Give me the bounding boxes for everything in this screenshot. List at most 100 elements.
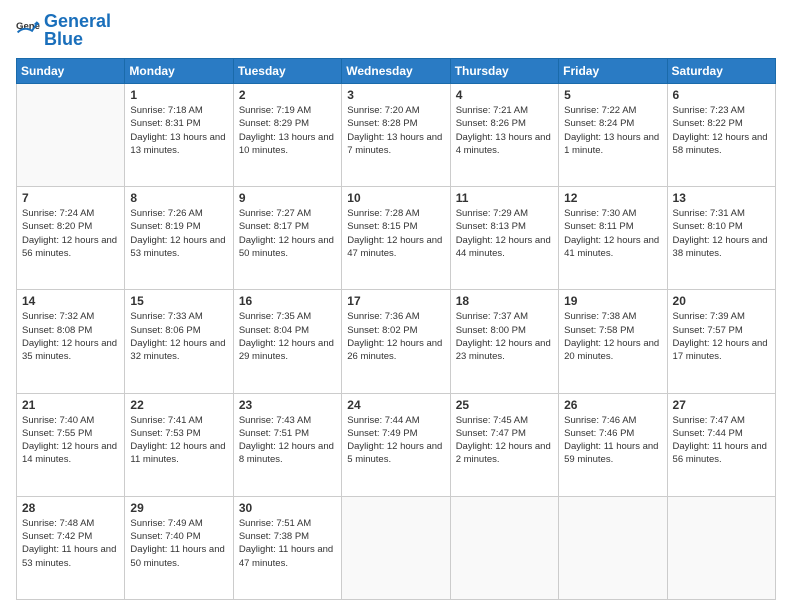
col-header-thursday: Thursday	[450, 59, 558, 84]
cell-info-25: Sunrise: 7:45 AMSunset: 7:47 PMDaylight:…	[456, 414, 553, 467]
week-row-3: 21 Sunrise: 7:40 AMSunset: 7:55 PMDayligh…	[17, 393, 776, 496]
cell-date-4: 4	[456, 88, 553, 102]
cell-info-23: Sunrise: 7:43 AMSunset: 7:51 PMDaylight:…	[239, 414, 336, 467]
cell-2-5: 19 Sunrise: 7:38 AMSunset: 7:58 PMDayligh…	[559, 290, 667, 393]
cell-info-21: Sunrise: 7:40 AMSunset: 7:55 PMDaylight:…	[22, 414, 119, 467]
page: General GeneralBlue SundayMondayTuesdayW…	[0, 0, 792, 612]
week-row-2: 14 Sunrise: 7:32 AMSunset: 8:08 PMDayligh…	[17, 290, 776, 393]
cell-info-1: Sunrise: 7:18 AMSunset: 8:31 PMDaylight:…	[130, 104, 227, 157]
cell-date-8: 8	[130, 191, 227, 205]
cell-4-3	[342, 496, 450, 599]
logo: General GeneralBlue	[16, 12, 111, 48]
cell-info-13: Sunrise: 7:31 AMSunset: 8:10 PMDaylight:…	[673, 207, 770, 260]
cell-info-18: Sunrise: 7:37 AMSunset: 8:00 PMDaylight:…	[456, 310, 553, 363]
col-header-friday: Friday	[559, 59, 667, 84]
cell-date-6: 6	[673, 88, 770, 102]
cell-date-3: 3	[347, 88, 444, 102]
cell-0-0	[17, 84, 125, 187]
cell-date-22: 22	[130, 398, 227, 412]
col-header-sunday: Sunday	[17, 59, 125, 84]
cell-date-11: 11	[456, 191, 553, 205]
cell-date-21: 21	[22, 398, 119, 412]
cell-date-19: 19	[564, 294, 661, 308]
cell-info-11: Sunrise: 7:29 AMSunset: 8:13 PMDaylight:…	[456, 207, 553, 260]
cell-1-4: 11 Sunrise: 7:29 AMSunset: 8:13 PMDayligh…	[450, 187, 558, 290]
cell-2-0: 14 Sunrise: 7:32 AMSunset: 8:08 PMDayligh…	[17, 290, 125, 393]
cell-3-6: 27 Sunrise: 7:47 AMSunset: 7:44 PMDayligh…	[667, 393, 775, 496]
cell-1-5: 12 Sunrise: 7:30 AMSunset: 8:11 PMDayligh…	[559, 187, 667, 290]
cell-info-3: Sunrise: 7:20 AMSunset: 8:28 PMDaylight:…	[347, 104, 444, 157]
cell-info-24: Sunrise: 7:44 AMSunset: 7:49 PMDaylight:…	[347, 414, 444, 467]
cell-info-10: Sunrise: 7:28 AMSunset: 8:15 PMDaylight:…	[347, 207, 444, 260]
cell-0-5: 5 Sunrise: 7:22 AMSunset: 8:24 PMDaylight…	[559, 84, 667, 187]
cell-date-5: 5	[564, 88, 661, 102]
cell-4-4	[450, 496, 558, 599]
cell-info-19: Sunrise: 7:38 AMSunset: 7:58 PMDaylight:…	[564, 310, 661, 363]
cell-date-14: 14	[22, 294, 119, 308]
cell-date-9: 9	[239, 191, 336, 205]
col-header-tuesday: Tuesday	[233, 59, 341, 84]
calendar-table: SundayMondayTuesdayWednesdayThursdayFrid…	[16, 58, 776, 600]
cell-2-4: 18Sunrise: 7:37 AMSunset: 8:00 PMDayligh…	[450, 290, 558, 393]
cell-info-26: Sunrise: 7:46 AMSunset: 7:46 PMDaylight:…	[564, 414, 661, 467]
cell-1-3: 10Sunrise: 7:28 AMSunset: 8:15 PMDayligh…	[342, 187, 450, 290]
cell-info-16: Sunrise: 7:35 AMSunset: 8:04 PMDaylight:…	[239, 310, 336, 363]
cell-0-3: 3 Sunrise: 7:20 AMSunset: 8:28 PMDaylight…	[342, 84, 450, 187]
cell-1-0: 7 Sunrise: 7:24 AMSunset: 8:20 PMDaylight…	[17, 187, 125, 290]
cell-info-2: Sunrise: 7:19 AMSunset: 8:29 PMDaylight:…	[239, 104, 336, 157]
cell-info-14: Sunrise: 7:32 AMSunset: 8:08 PMDaylight:…	[22, 310, 119, 363]
cell-4-0: 28Sunrise: 7:48 AMSunset: 7:42 PMDayligh…	[17, 496, 125, 599]
cell-date-24: 24	[347, 398, 444, 412]
cell-date-25: 25	[456, 398, 553, 412]
cell-0-2: 2 Sunrise: 7:19 AMSunset: 8:29 PMDaylight…	[233, 84, 341, 187]
cell-1-6: 13 Sunrise: 7:31 AMSunset: 8:10 PMDayligh…	[667, 187, 775, 290]
cell-date-2: 2	[239, 88, 336, 102]
cell-2-6: 20 Sunrise: 7:39 AMSunset: 7:57 PMDayligh…	[667, 290, 775, 393]
week-row-0: 1 Sunrise: 7:18 AMSunset: 8:31 PMDaylight…	[17, 84, 776, 187]
cell-date-12: 12	[564, 191, 661, 205]
cell-info-15: Sunrise: 7:33 AMSunset: 8:06 PMDaylight:…	[130, 310, 227, 363]
cell-info-9: Sunrise: 7:27 AMSunset: 8:17 PMDaylight:…	[239, 207, 336, 260]
col-header-monday: Monday	[125, 59, 233, 84]
week-row-1: 7 Sunrise: 7:24 AMSunset: 8:20 PMDaylight…	[17, 187, 776, 290]
cell-info-20: Sunrise: 7:39 AMSunset: 7:57 PMDaylight:…	[673, 310, 770, 363]
cell-2-2: 16Sunrise: 7:35 AMSunset: 8:04 PMDayligh…	[233, 290, 341, 393]
cell-date-1: 1	[130, 88, 227, 102]
cell-date-20: 20	[673, 294, 770, 308]
cell-info-7: Sunrise: 7:24 AMSunset: 8:20 PMDaylight:…	[22, 207, 119, 260]
cell-info-12: Sunrise: 7:30 AMSunset: 8:11 PMDaylight:…	[564, 207, 661, 260]
cell-3-2: 23 Sunrise: 7:43 AMSunset: 7:51 PMDayligh…	[233, 393, 341, 496]
cell-info-17: Sunrise: 7:36 AMSunset: 8:02 PMDaylight:…	[347, 310, 444, 363]
col-header-saturday: Saturday	[667, 59, 775, 84]
col-header-wednesday: Wednesday	[342, 59, 450, 84]
cell-date-23: 23	[239, 398, 336, 412]
cell-date-28: 28	[22, 501, 119, 515]
cell-2-1: 15Sunrise: 7:33 AMSunset: 8:06 PMDayligh…	[125, 290, 233, 393]
cell-info-4: Sunrise: 7:21 AMSunset: 8:26 PMDaylight:…	[456, 104, 553, 157]
cell-info-22: Sunrise: 7:41 AMSunset: 7:53 PMDaylight:…	[130, 414, 227, 467]
cell-3-3: 24 Sunrise: 7:44 AMSunset: 7:49 PMDayligh…	[342, 393, 450, 496]
cell-info-29: Sunrise: 7:49 AMSunset: 7:40 PMDaylight:…	[130, 517, 227, 570]
cell-info-8: Sunrise: 7:26 AMSunset: 8:19 PMDaylight:…	[130, 207, 227, 260]
cell-1-1: 8 Sunrise: 7:26 AMSunset: 8:19 PMDaylight…	[125, 187, 233, 290]
cell-info-27: Sunrise: 7:47 AMSunset: 7:44 PMDaylight:…	[673, 414, 770, 467]
cell-3-5: 26 Sunrise: 7:46 AMSunset: 7:46 PMDayligh…	[559, 393, 667, 496]
cell-0-1: 1 Sunrise: 7:18 AMSunset: 8:31 PMDaylight…	[125, 84, 233, 187]
cell-date-7: 7	[22, 191, 119, 205]
cell-4-5	[559, 496, 667, 599]
cell-date-17: 17	[347, 294, 444, 308]
cell-2-3: 17 Sunrise: 7:36 AMSunset: 8:02 PMDayligh…	[342, 290, 450, 393]
cell-date-13: 13	[673, 191, 770, 205]
cell-info-30: Sunrise: 7:51 AMSunset: 7:38 PMDaylight:…	[239, 517, 336, 570]
cell-date-26: 26	[564, 398, 661, 412]
cell-date-29: 29	[130, 501, 227, 515]
cell-date-30: 30	[239, 501, 336, 515]
cell-3-0: 21 Sunrise: 7:40 AMSunset: 7:55 PMDayligh…	[17, 393, 125, 496]
cell-date-27: 27	[673, 398, 770, 412]
cell-0-4: 4 Sunrise: 7:21 AMSunset: 8:26 PMDaylight…	[450, 84, 558, 187]
logo-text: GeneralBlue	[44, 12, 111, 48]
cell-4-2: 30 Sunrise: 7:51 AMSunset: 7:38 PMDayligh…	[233, 496, 341, 599]
cell-1-2: 9 Sunrise: 7:27 AMSunset: 8:17 PMDaylight…	[233, 187, 341, 290]
header: General GeneralBlue	[16, 12, 776, 48]
cell-info-5: Sunrise: 7:22 AMSunset: 8:24 PMDaylight:…	[564, 104, 661, 157]
